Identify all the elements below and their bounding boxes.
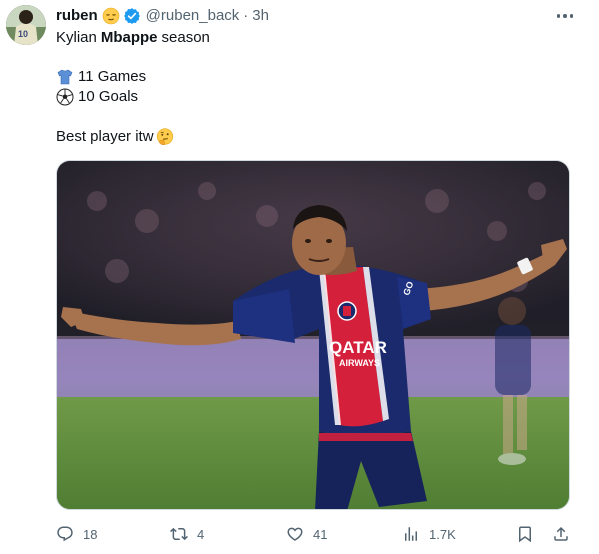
like-count: 41 xyxy=(313,526,328,542)
relieved-face-icon xyxy=(102,7,120,25)
avatar[interactable]: 10 xyxy=(6,5,46,45)
author-handle[interactable]: @ruben_back xyxy=(146,6,240,26)
mbappe-celebration-photo: QATAR AIRWAYS GO xyxy=(57,161,569,509)
soccer-ball-icon xyxy=(56,88,74,106)
tweet-text-line: Kylian Mbappe season xyxy=(56,28,210,48)
jersey-icon xyxy=(56,68,74,86)
retweet-button[interactable]: 4 xyxy=(170,520,204,548)
share-button[interactable] xyxy=(552,520,570,548)
text-segment: season xyxy=(161,29,210,46)
tweet-text-line: Best player itw xyxy=(56,127,174,147)
tweet-header: ruben @ruben_back · 3h xyxy=(56,6,269,26)
reply-count: 18 xyxy=(83,526,98,542)
heart-icon xyxy=(287,527,303,541)
goals-stat: 10 Goals xyxy=(78,88,139,105)
jersey-sponsor-line2: AIRWAYS xyxy=(339,358,380,368)
timestamp[interactable]: 3h xyxy=(252,6,269,26)
tweet-text-line: 11 Games xyxy=(56,67,146,87)
views-button[interactable]: 1.7K xyxy=(402,520,456,548)
views-count: 1.7K xyxy=(429,526,456,542)
display-name[interactable]: ruben xyxy=(56,6,98,26)
svg-text:10: 10 xyxy=(18,29,28,39)
analytics-icon xyxy=(405,527,417,541)
like-button[interactable]: 41 xyxy=(286,520,327,548)
closing-text: Best player itw xyxy=(56,128,154,145)
share-icon xyxy=(554,526,568,541)
more-dot-icon xyxy=(556,14,561,18)
reply-icon xyxy=(57,526,73,542)
text-bold-segment: Mbappe xyxy=(100,29,158,46)
bookmark-button[interactable] xyxy=(516,520,534,548)
tweet-media-photo[interactable]: QATAR AIRWAYS GO xyxy=(56,160,570,510)
text-segment: Kylian xyxy=(56,29,97,46)
reply-button[interactable]: 18 xyxy=(56,520,97,548)
bookmark-icon xyxy=(519,526,531,543)
separator-dot: · xyxy=(243,7,249,24)
games-stat: 11 Games xyxy=(78,68,147,85)
verified-badge-icon[interactable] xyxy=(123,7,141,25)
retweet-icon xyxy=(170,527,188,541)
thinking-face-icon xyxy=(156,128,174,146)
more-dot-icon xyxy=(569,14,574,18)
tweet-text-line: 10 Goals xyxy=(56,87,138,107)
more-dot-icon xyxy=(563,14,567,18)
tweet-card[interactable]: 10 ruben @ruben_back · 3h Kylian Mbappe … xyxy=(0,0,599,554)
jersey-sponsor-line1: QATAR xyxy=(329,338,387,357)
more-options-button[interactable] xyxy=(553,8,577,24)
tweet-action-bar: 18 4 41 1.7K xyxy=(56,520,576,548)
retweet-count: 4 xyxy=(197,526,205,542)
